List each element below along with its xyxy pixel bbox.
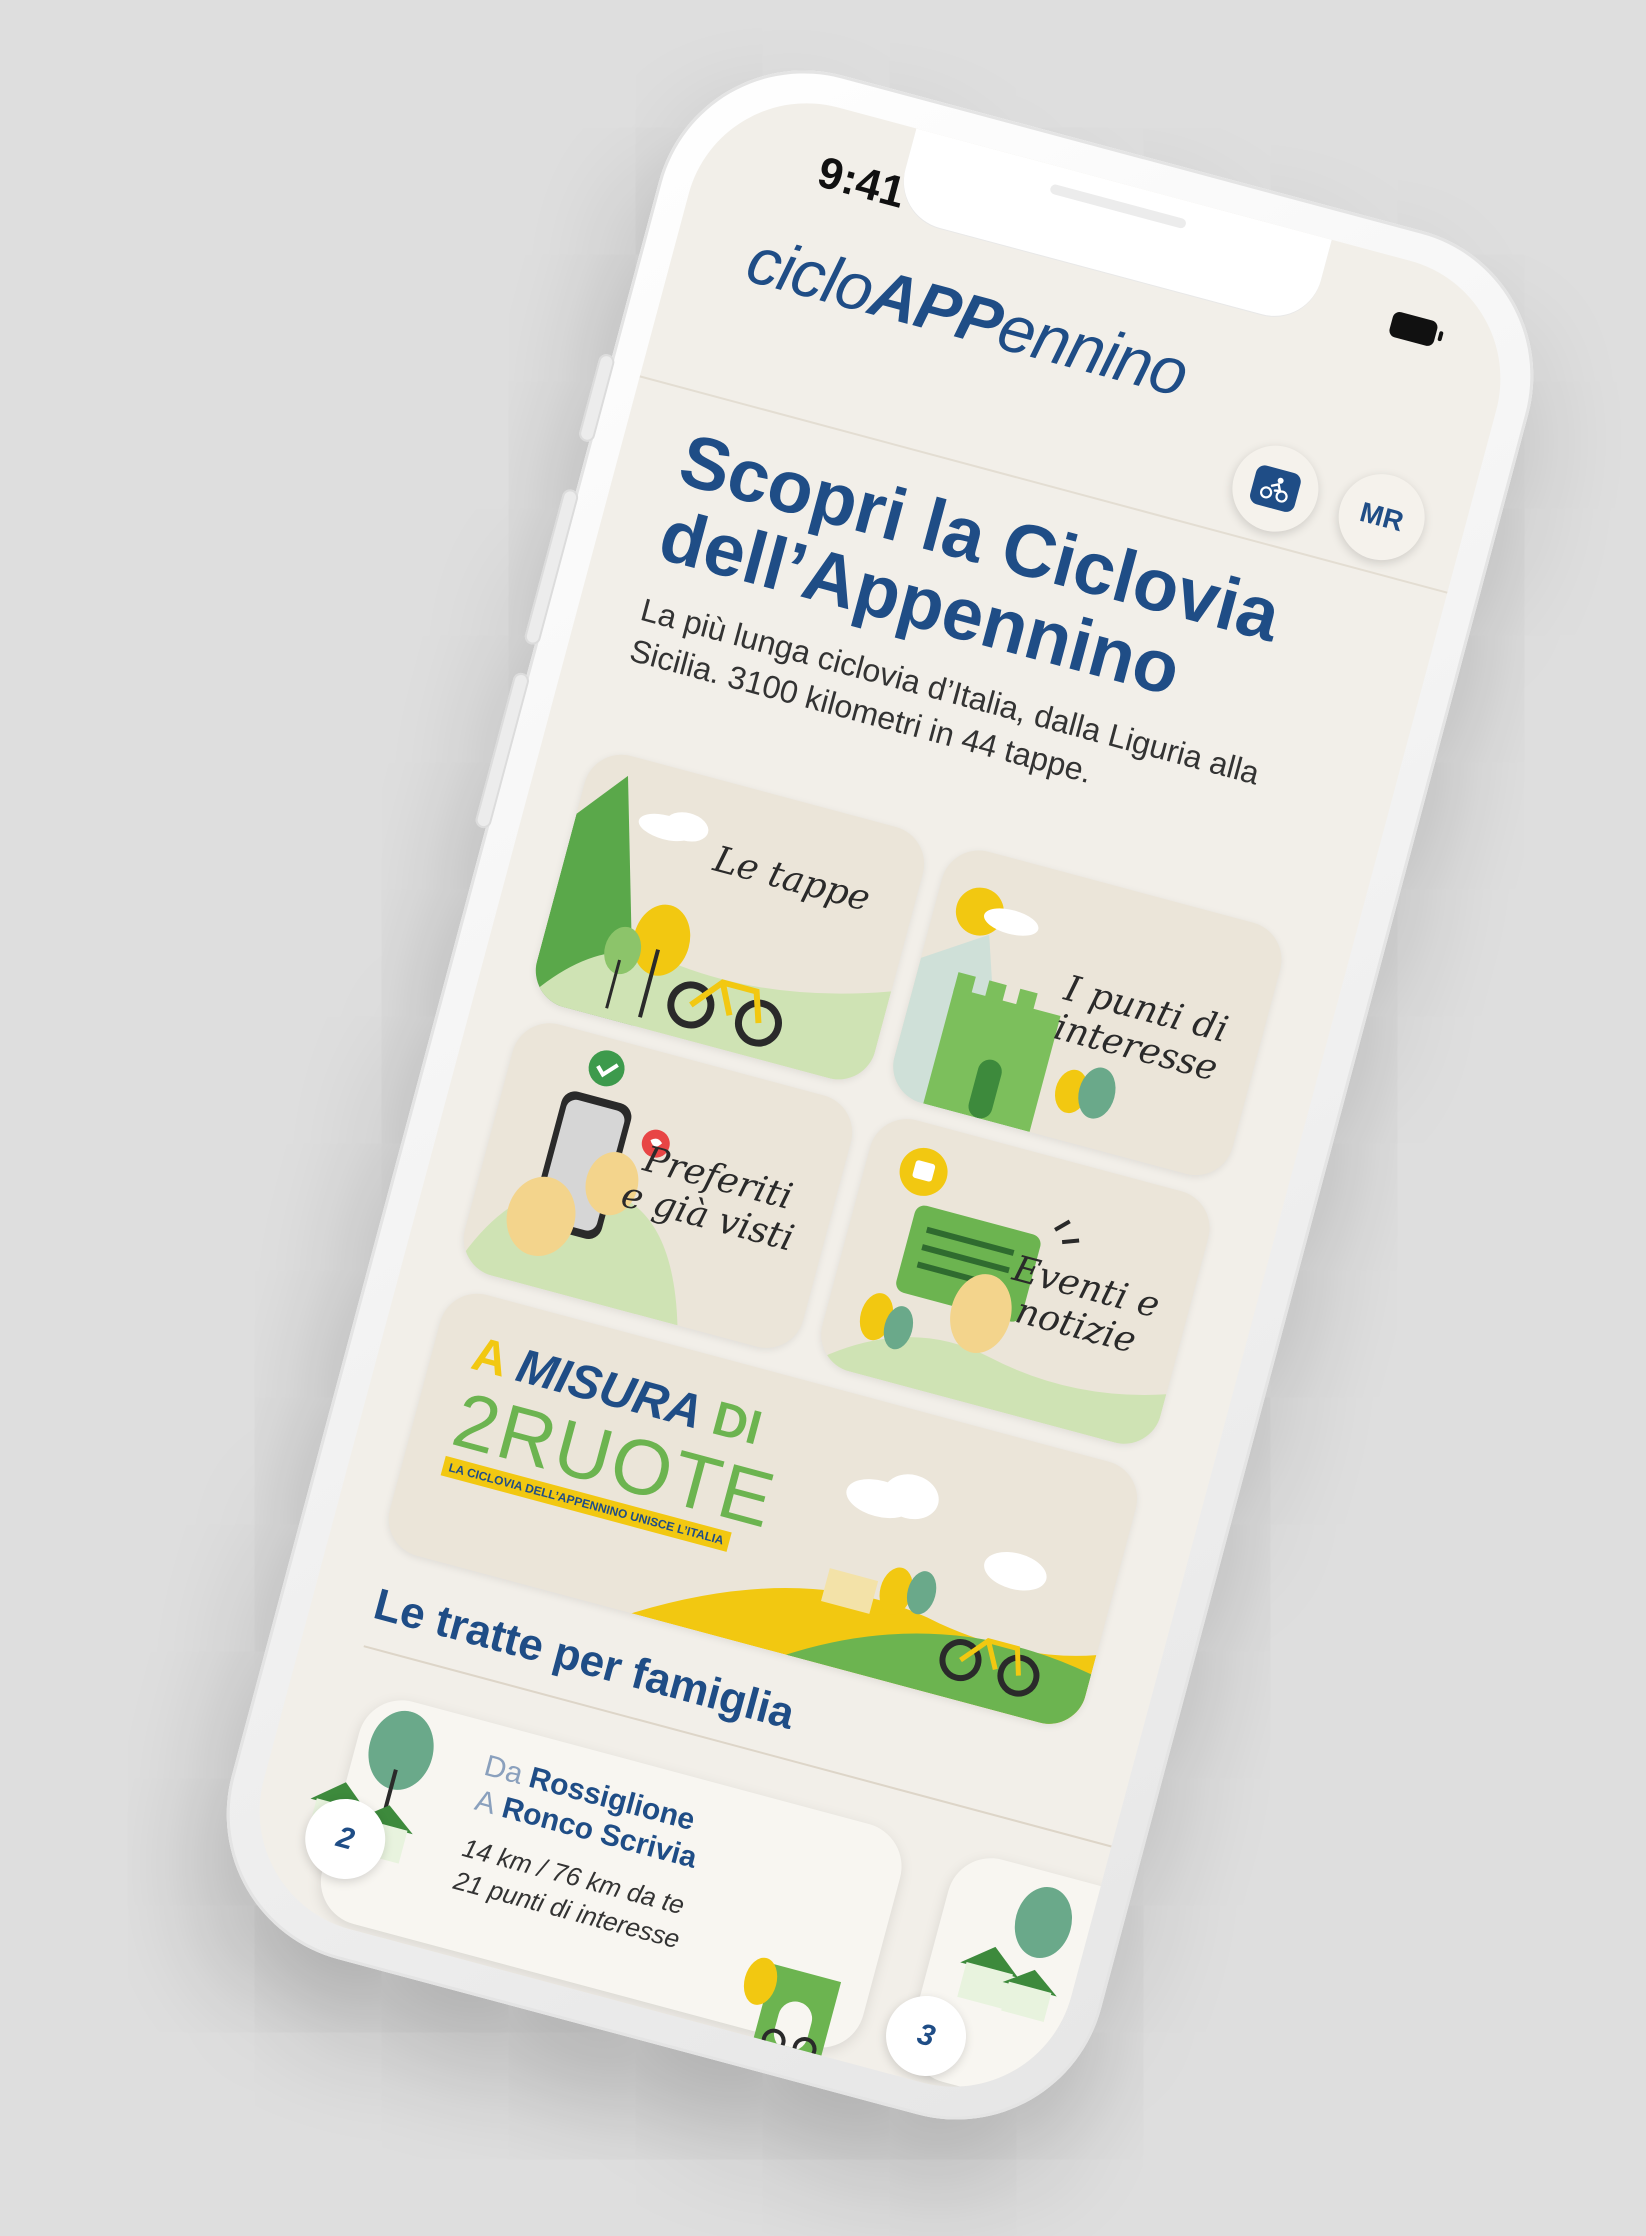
house-tree-illustration: [306, 1710, 434, 1864]
phone-frame: 9:41 cicloAPPennino MR Scopri la Ciclovi…: [192, 36, 1568, 2154]
volume-up-button: [523, 487, 580, 647]
phone-screen: 9:41 cicloAPPennino MR Scopri la Ciclovi…: [232, 75, 1528, 2115]
route-card[interactable]: DaRossiglione ARonco Scrivia 14 km / 76 …: [296, 1690, 912, 2061]
arch-bike-illustration: [743, 1957, 842, 2061]
logo-bold: APP: [862, 254, 1010, 361]
bike-mode-button[interactable]: [1222, 436, 1329, 542]
route-from-prefix: Da: [480, 1749, 527, 1791]
user-avatar-button[interactable]: MR: [1328, 464, 1435, 570]
battery-icon: [1387, 310, 1440, 348]
speaker-grille: [1049, 183, 1188, 230]
cyclist-icon: [1248, 463, 1303, 514]
house-tree-illustration: [957, 1886, 1073, 2022]
route-to-prefix: A: [471, 1783, 500, 1822]
logo-suffix: ennino: [990, 289, 1196, 411]
route-card[interactable]: 3: [877, 1848, 1153, 2115]
mockup-stage: 9:41 cicloAPPennino MR Scopri la Ciclovi…: [0, 0, 1646, 2236]
mute-switch: [577, 352, 617, 444]
volume-down-button: [473, 671, 531, 830]
logo-prefix: ciclo: [739, 221, 882, 327]
